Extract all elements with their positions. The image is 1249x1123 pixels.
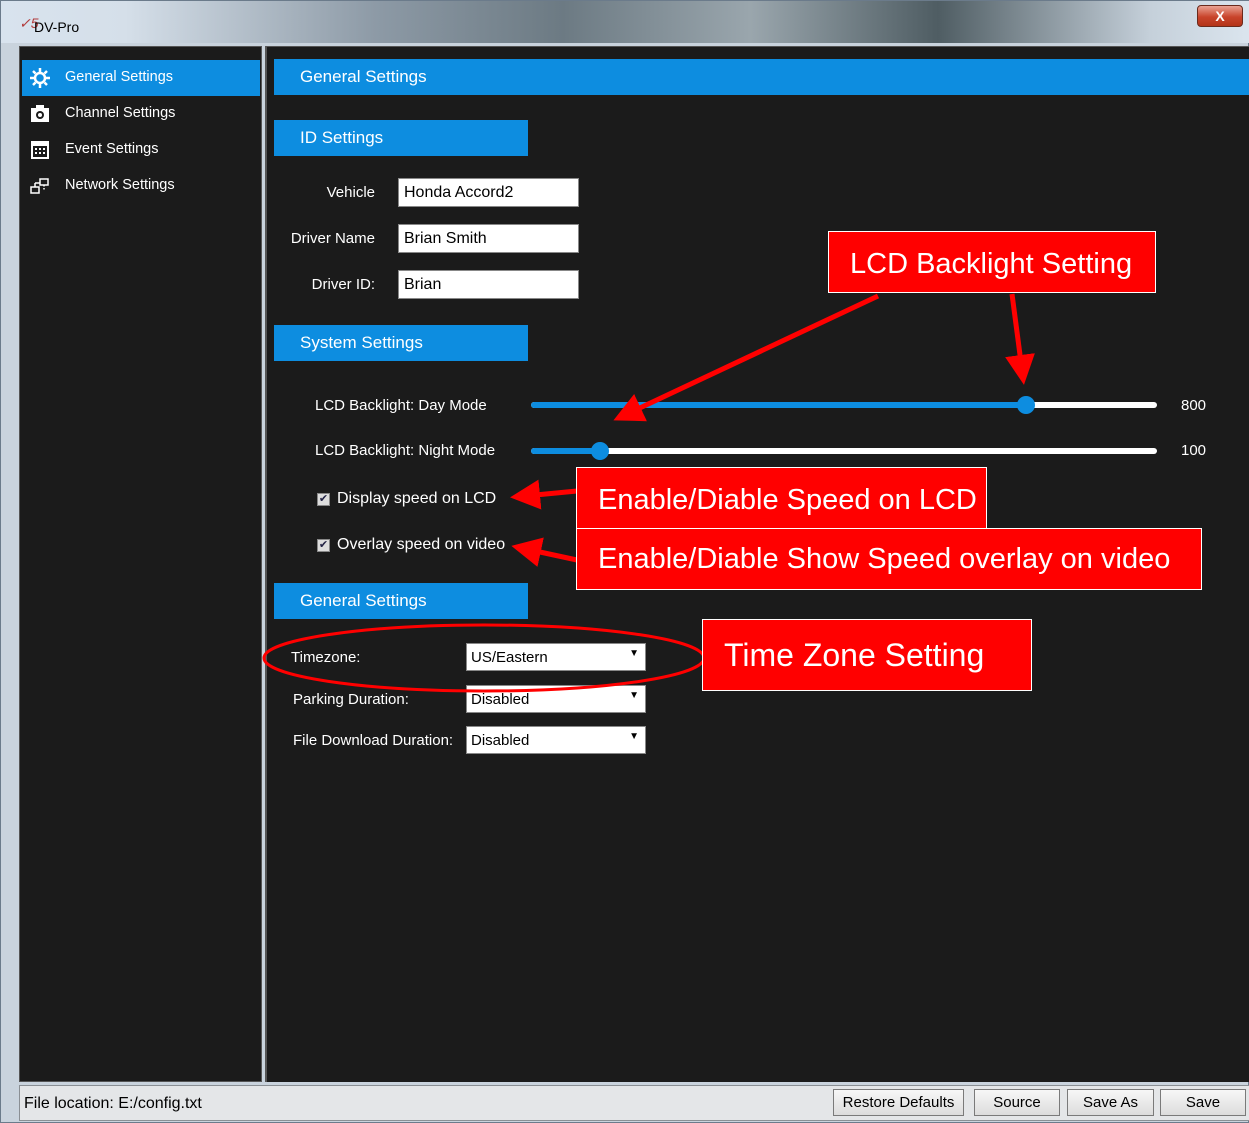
save-button[interactable]: Save — [1160, 1089, 1246, 1116]
section-title: General Settings — [300, 591, 427, 610]
day-backlight-thumb[interactable] — [1016, 396, 1035, 414]
night-backlight-label: LCD Backlight: Night Mode — [315, 442, 496, 459]
sidebar-item-label: General Settings — [65, 69, 174, 85]
file-location-text: File location: E:/config.txt — [24, 1095, 202, 1112]
general-settings-header: General Settings — [274, 583, 528, 619]
chevron-down-icon: ▼ — [629, 648, 639, 659]
display-speed-checkbox[interactable]: ✔ — [317, 493, 330, 506]
sidebar-item-label: Event Settings — [65, 141, 159, 157]
night-backlight-thumb[interactable] — [590, 442, 609, 460]
callout-timezone: Time Zone Setting — [702, 619, 1032, 691]
status-bar: File location: E:/config.txt Restore Def… — [19, 1085, 1249, 1121]
driver-name-field[interactable] — [398, 224, 579, 253]
sidebar-item-general-settings[interactable]: General Settings — [22, 60, 260, 96]
day-backlight-slider[interactable] — [531, 396, 1157, 414]
page-title-bar: General Settings — [274, 59, 1249, 95]
parking-duration-value: Disabled — [471, 691, 530, 708]
callout-lcd-backlight: LCD Backlight Setting — [828, 231, 1156, 293]
sidebar-item-network-settings[interactable]: Network Settings — [22, 168, 260, 204]
title-bar[interactable]: ✓5 DV-Pro X — [1, 1, 1249, 43]
driver-name-label: Driver Name — [290, 230, 375, 247]
network-icon — [30, 178, 49, 194]
sidebar: General Settings Channel Settings Event … — [19, 46, 262, 1082]
system-settings-header: System Settings — [274, 325, 528, 361]
timezone-value: US/Eastern — [471, 649, 548, 666]
save-as-button[interactable]: Save As — [1067, 1089, 1154, 1116]
callout-speed-overlay: Enable/Diable Show Speed overlay on vide… — [576, 528, 1202, 590]
restore-defaults-button[interactable]: Restore Defaults — [833, 1089, 964, 1116]
section-title: ID Settings — [300, 128, 384, 147]
sidebar-item-label: Network Settings — [65, 177, 175, 193]
day-backlight-fill — [531, 402, 1026, 408]
callout-speed-lcd: Enable/Diable Speed on LCD — [576, 467, 987, 529]
night-backlight-slider[interactable] — [531, 442, 1157, 460]
day-backlight-value: 800 — [1181, 397, 1207, 414]
timezone-label: Timezone: — [291, 649, 361, 666]
window-title: DV-Pro — [34, 19, 80, 35]
download-duration-value: Disabled — [471, 732, 530, 749]
sidebar-item-channel-settings[interactable]: Channel Settings — [22, 96, 260, 132]
download-duration-label: File Download Duration: — [293, 732, 454, 749]
close-button[interactable]: X — [1197, 5, 1243, 27]
download-duration-select[interactable]: Disabled ▼ — [466, 726, 646, 754]
day-backlight-label: LCD Backlight: Day Mode — [315, 397, 487, 414]
page-title: General Settings — [300, 67, 427, 86]
calendar-icon — [31, 141, 49, 159]
vehicle-field[interactable] — [398, 178, 579, 207]
sidebar-item-label: Channel Settings — [65, 105, 176, 121]
timezone-select[interactable]: US/Eastern ▼ — [466, 643, 646, 671]
id-settings-header: ID Settings — [274, 120, 528, 156]
vehicle-label: Vehicle — [326, 184, 375, 201]
night-backlight-fill — [531, 448, 600, 454]
display-speed-label: Display speed on LCD — [337, 490, 497, 507]
camera-icon — [31, 105, 49, 122]
overlay-speed-label: Overlay speed on video — [337, 536, 506, 553]
gear-icon — [30, 68, 50, 88]
driver-id-label: Driver ID: — [311, 276, 375, 293]
source-button[interactable]: Source — [974, 1089, 1060, 1116]
chevron-down-icon: ▼ — [629, 690, 639, 701]
parking-duration-select[interactable]: Disabled ▼ — [466, 685, 646, 713]
chevron-down-icon: ▼ — [629, 731, 639, 742]
sidebar-item-event-settings[interactable]: Event Settings — [22, 132, 260, 168]
night-backlight-value: 100 — [1181, 442, 1207, 459]
section-title: System Settings — [300, 333, 423, 352]
driver-id-field[interactable] — [398, 270, 579, 299]
overlay-speed-checkbox[interactable]: ✔ — [317, 539, 330, 552]
parking-duration-label: Parking Duration: — [293, 691, 409, 708]
